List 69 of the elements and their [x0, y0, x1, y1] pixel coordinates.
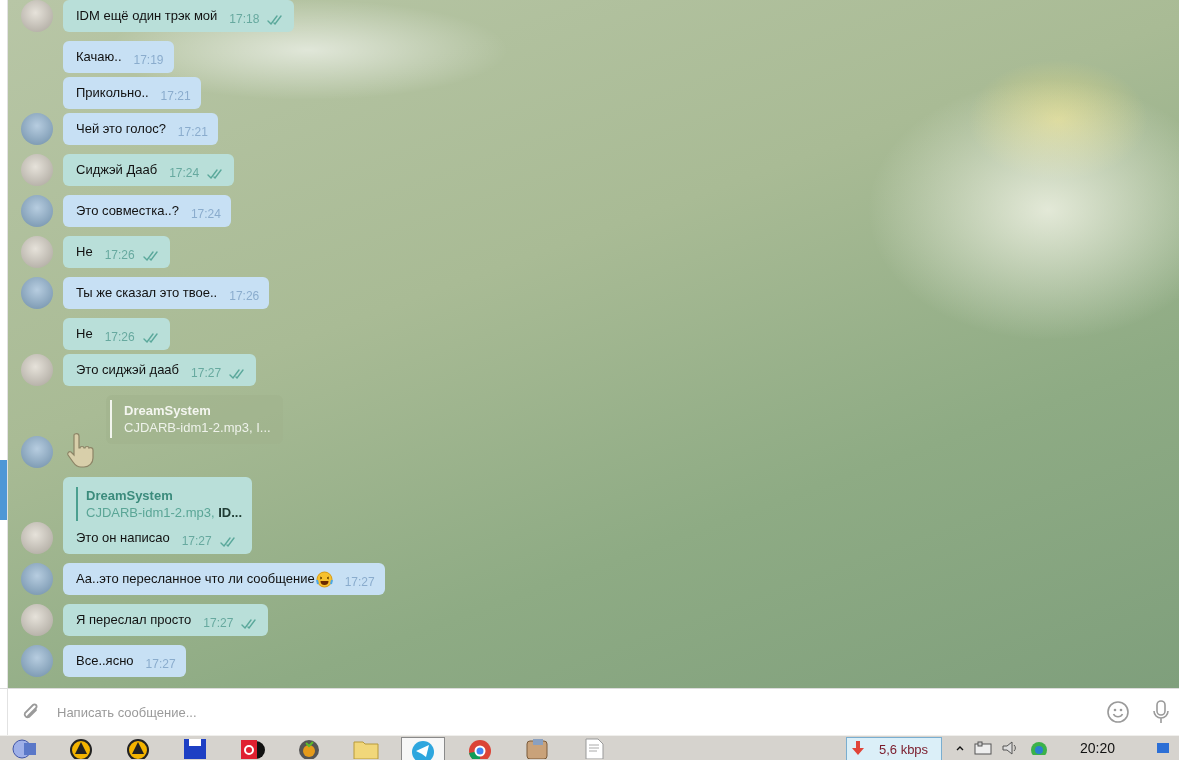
avatar[interactable] [21, 277, 53, 309]
message-text: Прикольно.. [76, 84, 149, 102]
message-text: Не [76, 325, 93, 343]
avatar[interactable] [21, 0, 53, 32]
clock[interactable]: 20:20 [1079, 740, 1115, 756]
avatar[interactable] [21, 236, 53, 268]
message-time: 17:27 [344, 574, 375, 591]
reply-text: ID... [218, 505, 243, 520]
avatar[interactable] [21, 113, 53, 145]
message-time: 17:27 [203, 615, 234, 632]
reply-text: CJDARB-idm1-2.mp3, [86, 505, 215, 520]
message-time: 17:21 [177, 124, 208, 141]
avatar[interactable] [21, 154, 53, 186]
caret-icon[interactable] [955, 745, 964, 751]
pointing-hand-icon [66, 432, 94, 468]
message-text: Это он написао [76, 529, 170, 547]
message-text: Ты же сказал это твое.. [76, 284, 218, 302]
message-text: Аа..это пересланное что ли сообщение [76, 570, 315, 588]
message-time: 17:24 [169, 165, 200, 182]
download-speed-indicator[interactable]: 5,6 kbps [845, 737, 942, 760]
message-time: 17:21 [160, 88, 191, 105]
avatar[interactable] [21, 436, 53, 468]
avatar[interactable] [21, 604, 53, 636]
cone-icon [125, 737, 151, 759]
fruit-icon [296, 737, 322, 759]
message-text: Качаю.. [76, 48, 122, 66]
avatar[interactable] [21, 195, 53, 227]
message-text: Сиджэй Дааб [76, 161, 158, 179]
message-time: 17:27 [145, 656, 176, 673]
download-arrow-icon [850, 741, 865, 757]
avatar[interactable] [21, 563, 53, 595]
selection-marker [0, 460, 7, 520]
message-text: Это сиджэй дааб [76, 361, 180, 379]
message-text: Это совместка..? [76, 202, 179, 220]
message-text: IDM ещё один трэк мой [76, 7, 218, 25]
emoji-icon[interactable] [1107, 701, 1129, 723]
tray-app-icon[interactable] [1029, 741, 1048, 755]
globe-icon [11, 737, 37, 759]
browser-icon [467, 737, 493, 759]
message-time: 17:18 [229, 11, 260, 28]
message-time: 17:19 [133, 52, 164, 69]
avatar[interactable] [21, 354, 53, 386]
double-check-icon [142, 251, 160, 261]
archive-icon [524, 737, 550, 759]
reply-author: DreamSystem [110, 400, 271, 419]
message-text: Я переслал просто [76, 611, 192, 629]
reply-quote[interactable]: DreamSystem CJDARB-idm1-2.mp3, ID... [76, 487, 243, 521]
avatar[interactable] [21, 522, 53, 554]
message-time: 17:26 [104, 247, 135, 264]
message-time: 17:26 [104, 329, 135, 346]
message-input[interactable]: Написать сообщение... [55, 696, 1107, 728]
network-icon[interactable] [973, 741, 992, 755]
message-time: 17:27 [191, 365, 222, 382]
message-time: 17:24 [190, 206, 221, 223]
message-text: Все..ясно [76, 652, 134, 670]
cone-icon [68, 737, 94, 759]
double-check-icon [142, 333, 160, 343]
document-icon [583, 737, 605, 759]
avatar[interactable] [21, 645, 53, 677]
reply-text: CJDARB-idm1-2.mp3, I... [110, 419, 271, 438]
paper-plane-icon [410, 738, 436, 760]
double-check-icon [219, 537, 237, 547]
message-time: 17:26 [229, 288, 260, 305]
media-player-icon [239, 737, 265, 759]
microphone-icon[interactable] [1153, 700, 1169, 724]
message-time: 17:27 [181, 533, 212, 550]
reply-author: DreamSystem [86, 487, 174, 504]
message-text: Не [76, 243, 93, 261]
message-text: Чей это голос? [76, 120, 166, 138]
